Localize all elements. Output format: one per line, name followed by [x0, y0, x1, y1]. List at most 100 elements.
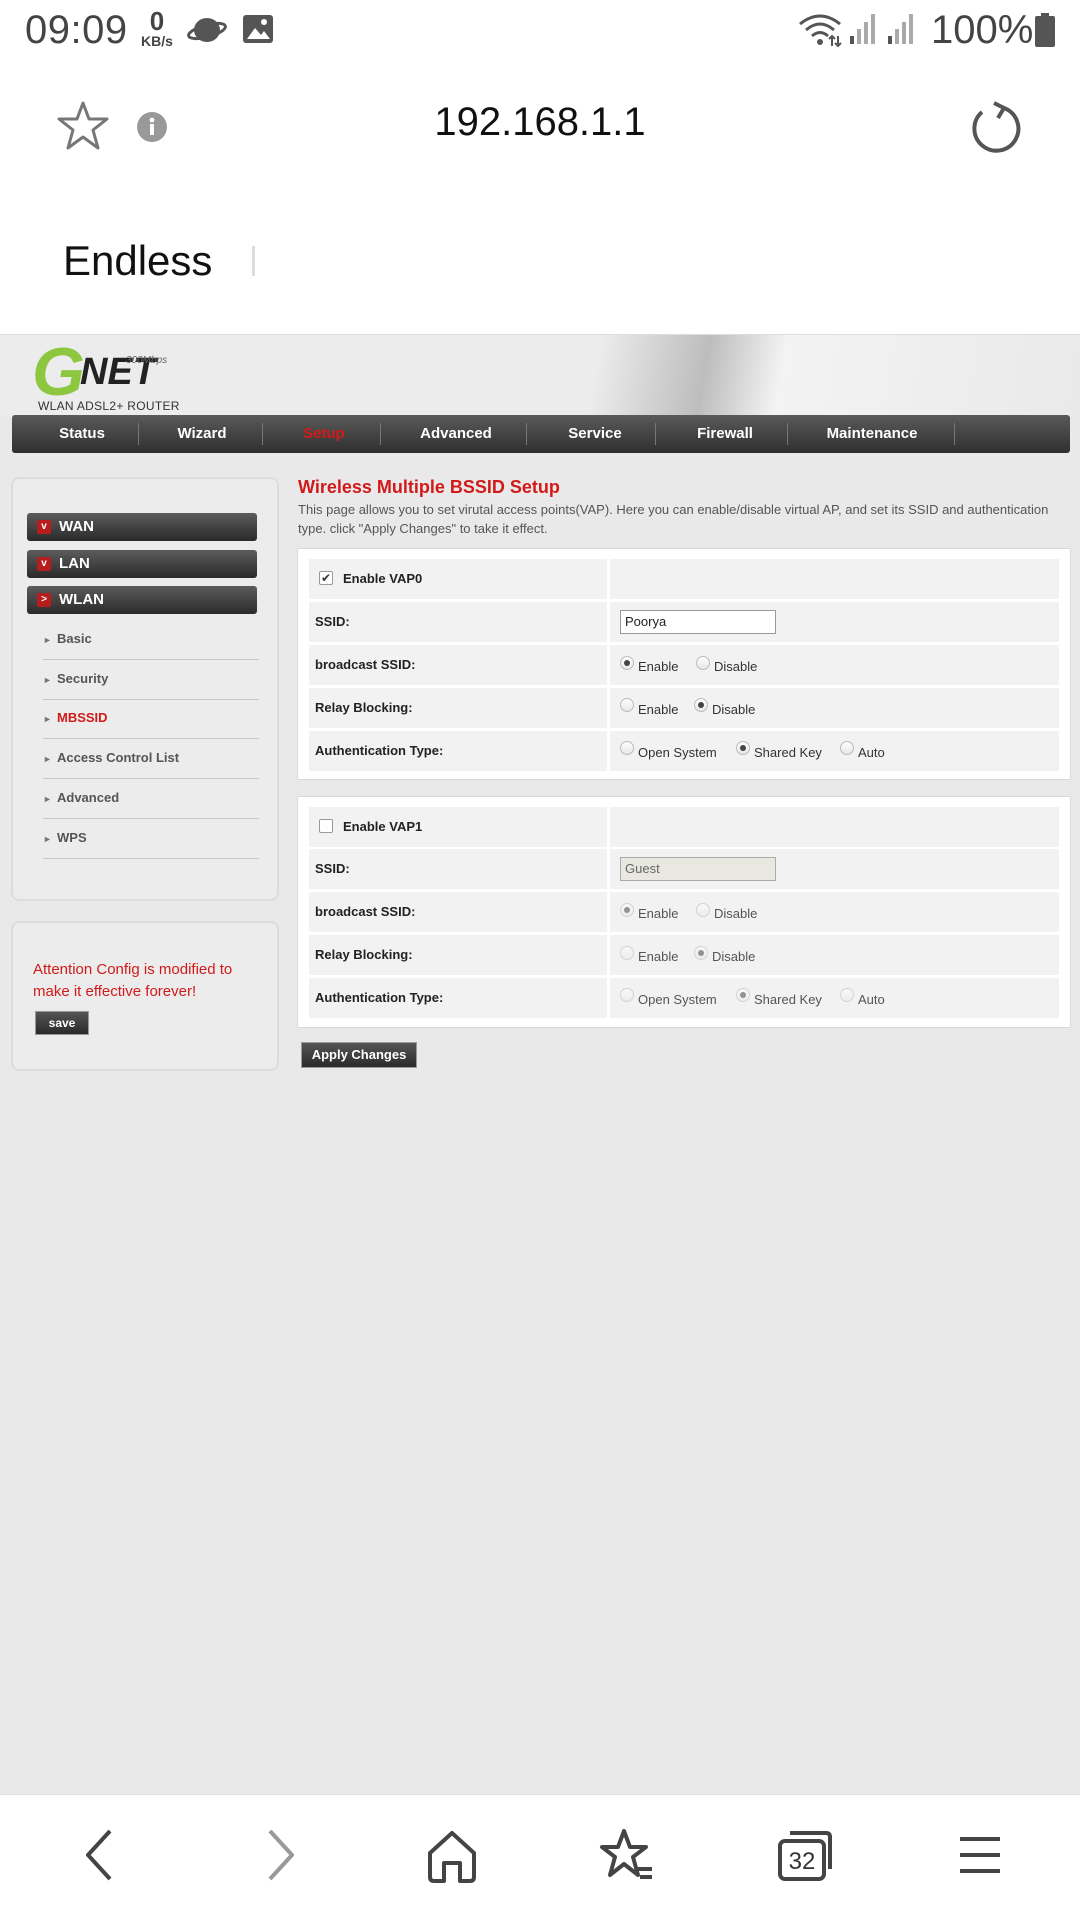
- nav-setup[interactable]: Setup: [274, 415, 374, 453]
- planet-icon: [187, 12, 227, 48]
- radio-label: Disable: [712, 949, 756, 964]
- vap1-table: Enable VAP1 SSID: Guest broadcast SSID: …: [297, 796, 1071, 1028]
- vap0-relay-enable-radio[interactable]: [620, 698, 634, 712]
- radio-label: Shared Key: [754, 992, 822, 1007]
- sidebar-item-basic[interactable]: ► Basic: [43, 619, 259, 660]
- broadcast-ssid-label: broadcast SSID:: [315, 904, 416, 919]
- bookmarks-icon[interactable]: [598, 1825, 656, 1885]
- status-bar: 09:09 0 KB/s 100%: [0, 0, 1080, 62]
- sidebar-item-access-control-list[interactable]: ► Access Control List: [43, 738, 259, 779]
- bullet-icon: ►: [43, 675, 52, 685]
- battery-percent: 100%: [931, 8, 1034, 52]
- radio-label: Disable: [714, 906, 758, 921]
- tabs-count: 32: [789, 1848, 816, 1875]
- nav-firewall[interactable]: Firewall: [670, 415, 780, 453]
- page-title: Endless: [63, 237, 213, 284]
- sidebar-section-wan[interactable]: v WAN: [27, 513, 257, 541]
- menu-icon[interactable]: [956, 1825, 1004, 1885]
- bullet-icon: ►: [43, 834, 52, 844]
- chevron-down-icon: v: [37, 557, 51, 571]
- vap1-relay-disable-radio[interactable]: [694, 946, 708, 960]
- vap0-auth-shared-radio[interactable]: [736, 741, 750, 755]
- tabs-icon[interactable]: 32: [776, 1825, 834, 1885]
- reload-icon[interactable]: [968, 100, 1022, 154]
- relay-blocking-label: Relay Blocking:: [315, 947, 413, 962]
- gallery-icon: [242, 14, 274, 44]
- back-icon[interactable]: [80, 1825, 120, 1885]
- attention-text: Attention Config is modified to make it …: [33, 961, 233, 1000]
- wifi-icon: [798, 12, 842, 48]
- radio-label: Open System: [638, 992, 717, 1007]
- vap0-broadcast-enable-radio[interactable]: [620, 656, 634, 670]
- vap1-auth-auto-radio[interactable]: [840, 988, 854, 1002]
- authentication-type-label: Authentication Type:: [315, 990, 444, 1005]
- sidebar-item-security[interactable]: ► Security: [43, 659, 259, 700]
- net-speed-value: 0: [149, 6, 165, 36]
- chevron-right-icon: >: [37, 593, 51, 607]
- radio-label: Auto: [858, 745, 885, 760]
- sidebar-item-wps[interactable]: ► WPS: [43, 818, 259, 859]
- bullet-icon: ►: [43, 754, 52, 764]
- radio-label: Disable: [714, 659, 758, 674]
- apply-changes-button[interactable]: Apply Changes: [301, 1042, 417, 1068]
- top-navigation: Status Wizard Setup Advanced Service Fir…: [12, 415, 1070, 453]
- bullet-icon: ►: [43, 714, 52, 724]
- sidebar-item-mbssid[interactable]: ► MBSSID: [43, 698, 259, 739]
- vap0-table: ✔ Enable VAP0 SSID: Poorya broadcast SSI…: [297, 548, 1071, 780]
- content-description: This page allows you to set virutal acce…: [298, 502, 1049, 536]
- chevron-down-icon: v: [37, 520, 51, 534]
- net-speed-unit: KB/s: [141, 33, 173, 49]
- bottom-navigation: 32: [0, 1794, 1080, 1921]
- relay-blocking-label: Relay Blocking:: [315, 700, 413, 715]
- save-button[interactable]: save: [35, 1011, 89, 1035]
- signal-icon: [848, 12, 878, 46]
- router-page: G NET 300Mbps WLAN ADSL2+ ROUTER Status …: [0, 334, 1080, 1795]
- enable-vap1-checkbox[interactable]: [319, 819, 333, 833]
- sidebar-menu: v WAN v LAN > WLAN ► Basic ► Security ► MBSSID…: [11, 477, 279, 901]
- vap1-ssid-input[interactable]: Guest: [620, 857, 776, 881]
- radio-label: Open System: [638, 745, 717, 760]
- vap1-broadcast-enable-radio[interactable]: [620, 903, 634, 917]
- bullet-icon: ►: [43, 635, 52, 645]
- broadcast-ssid-label: broadcast SSID:: [315, 657, 416, 672]
- nav-maintenance[interactable]: Maintenance: [802, 415, 942, 453]
- vap0-auth-auto-radio[interactable]: [840, 741, 854, 755]
- vap1-auth-shared-radio[interactable]: [736, 988, 750, 1002]
- attention-box: Attention Config is modified to make it …: [11, 921, 279, 1071]
- vap1-auth-open-radio[interactable]: [620, 988, 634, 1002]
- vap0-broadcast-disable-radio[interactable]: [696, 656, 710, 670]
- ssid-label: SSID:: [315, 861, 350, 876]
- vap0-relay-disable-radio[interactable]: [694, 698, 708, 712]
- text-cursor: [252, 246, 255, 276]
- nav-service[interactable]: Service: [540, 415, 650, 453]
- vap1-broadcast-disable-radio[interactable]: [696, 903, 710, 917]
- ssid-label: SSID:: [315, 614, 350, 629]
- radio-label: Enable: [638, 702, 679, 717]
- battery-icon: [1034, 12, 1056, 48]
- nav-wizard[interactable]: Wizard: [152, 415, 252, 453]
- enable-vap1-label: Enable VAP1: [343, 819, 423, 834]
- sidebar-section-wlan[interactable]: > WLAN: [27, 586, 257, 614]
- logo-speed: 300Mbps: [126, 355, 168, 366]
- sidebar-item-advanced[interactable]: ► Advanced: [43, 778, 259, 819]
- vap1-relay-enable-radio[interactable]: [620, 946, 634, 960]
- sidebar-section-lan[interactable]: v LAN: [27, 550, 257, 578]
- nav-advanced[interactable]: Advanced: [396, 415, 516, 453]
- radio-label: Enable: [638, 659, 679, 674]
- logo-subtitle: WLAN ADSL2+ ROUTER: [38, 399, 180, 413]
- nav-status[interactable]: Status: [32, 415, 132, 453]
- vap0-ssid-input[interactable]: Poorya: [620, 610, 776, 634]
- radio-label: Enable: [638, 906, 679, 921]
- vap0-auth-open-radio[interactable]: [620, 741, 634, 755]
- radio-label: Auto: [858, 992, 885, 1007]
- url-field[interactable]: 192.168.1.1: [0, 100, 1080, 145]
- forward-icon[interactable]: [260, 1825, 300, 1885]
- authentication-type-label: Authentication Type:: [315, 743, 444, 758]
- enable-vap0-label: Enable VAP0: [343, 571, 423, 586]
- net-speed: 0 KB/s: [137, 8, 177, 48]
- bullet-icon: ►: [43, 794, 52, 804]
- logo-g: G: [32, 334, 85, 410]
- enable-vap0-checkbox[interactable]: ✔: [319, 571, 333, 585]
- content-title: Wireless Multiple BSSID Setup: [298, 477, 560, 497]
- home-icon[interactable]: [426, 1825, 478, 1885]
